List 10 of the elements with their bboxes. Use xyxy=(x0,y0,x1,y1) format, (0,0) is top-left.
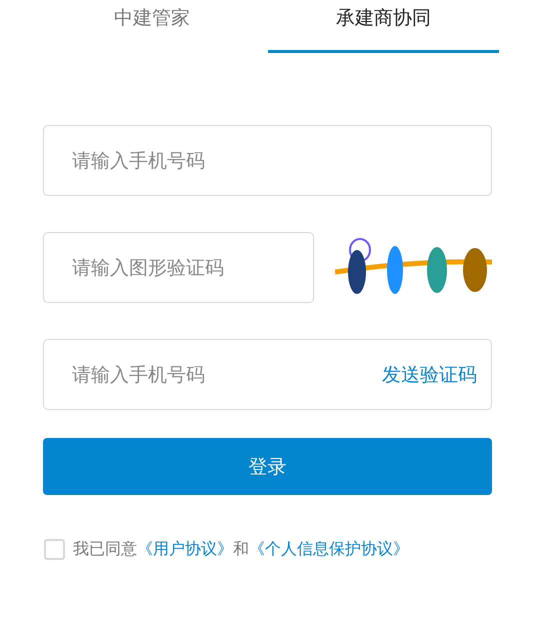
agreement-text: 我已同意《用户协议》和《个人信息保护协议》 xyxy=(73,539,409,560)
sms-code-input-field[interactable]: 请输入手机号码 发送验证码 xyxy=(43,339,492,410)
tab[interactable]: 中建管家 xyxy=(36,0,268,53)
privacy-agreement-link[interactable]: 《个人信息保护协议》 xyxy=(249,539,409,558)
captcha-input-field[interactable]: 请输入图形验证码 xyxy=(43,232,314,303)
user-agreement-link[interactable]: 《用户协议》 xyxy=(137,539,233,558)
phone-input-field[interactable]: 请输入手机号码 xyxy=(43,125,492,196)
send-code-button[interactable]: 发送验证码 xyxy=(382,362,477,388)
login-button[interactable]: 登录 xyxy=(43,438,492,495)
tab[interactable]: 承建商协同 xyxy=(268,0,499,53)
